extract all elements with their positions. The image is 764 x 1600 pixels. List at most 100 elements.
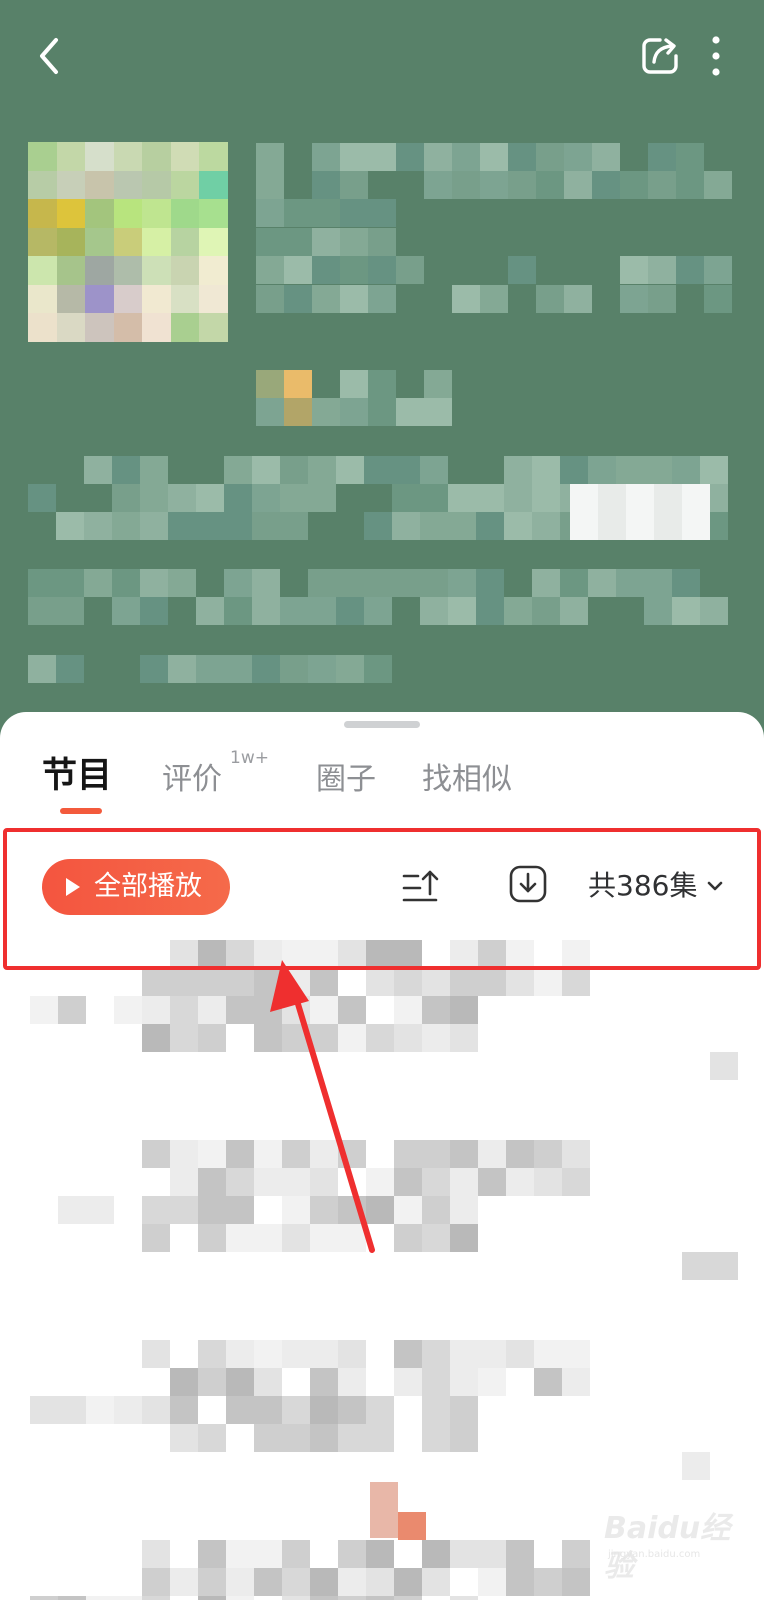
blurred-text-pixel [308,456,336,484]
blurred-list-pixel [310,1140,338,1168]
blurred-list-pixel [394,1140,422,1168]
blurred-list-pixel [282,1540,310,1568]
blurred-list-pixel [226,968,254,996]
blurred-list-pixel [142,1224,170,1252]
blurred-list-pixel [394,968,422,996]
episode-count-dropdown[interactable]: 共386集 [588,864,723,908]
blurred-list-pixel [682,1452,710,1480]
tab-circle[interactable]: 圈子 [316,756,376,804]
blurred-list-pixel [310,1340,338,1368]
blurred-text-pixel [364,597,392,625]
blurred-list-pixel [310,1596,338,1600]
blurred-text-pixel [252,456,280,484]
blurred-list-pixel [478,1540,506,1568]
blurred-list-pixel [366,1424,394,1452]
blurred-list-pixel [450,1340,478,1368]
share-icon[interactable] [640,34,680,76]
blurred-list-pixel [254,968,282,996]
blurred-list-pixel [394,996,422,1024]
cover-art-pixel [28,142,57,171]
cover-art-pixel [170,256,200,285]
blurred-list-pixel [142,1196,170,1224]
blurred-text-pixel [420,456,448,484]
cover-art-pixel [56,256,86,285]
tab-programs[interactable]: 节目 [42,752,112,800]
blurred-text-pixel [112,484,140,512]
blurred-list-pixel [478,1168,506,1196]
blurred-list-pixel [198,1568,226,1596]
blurred-text-pixel [252,655,280,683]
blurred-text-pixel [532,597,560,625]
blurred-text-pixel [700,456,728,484]
blurred-text-pixel [420,569,448,597]
blurred-list-pixel [562,968,590,996]
cover-art-pixel [170,313,200,342]
blurred-text-pixel [560,597,588,625]
blurred-list-pixel [30,1596,58,1600]
download-icon[interactable] [508,864,548,904]
blurred-text-pixel [252,512,280,540]
blurred-list-pixel [170,1424,198,1452]
blurred-text-pixel [168,569,196,597]
blurred-text-pixel [224,569,252,597]
blurred-list-pixel [422,1196,450,1224]
blurred-list-pixel [142,1568,170,1596]
tab-find-similar[interactable]: 找相似 [422,756,512,804]
blurred-list-pixel [310,1568,338,1596]
blurred-text-pixel [312,256,340,284]
cover-art-pixel [199,313,228,342]
blurred-text-pixel [644,569,672,597]
blurred-list-pixel [198,940,226,968]
blurred-list-pixel [226,996,254,1024]
blurred-text-pixel [308,655,336,683]
more-vertical-icon[interactable] [706,34,726,78]
sheet-drag-handle[interactable] [344,721,420,728]
blurred-list-pixel [394,1340,422,1368]
blurred-list-pixel [562,1140,590,1168]
blurred-list-pixel [86,1396,114,1424]
blurred-text-pixel [476,512,504,540]
blurred-list-pixel [394,940,422,968]
blurred-text-pixel [364,655,392,683]
blurred-text-pixel [252,484,280,512]
blurred-list-pixel [338,940,366,968]
cover-art-pixel [142,170,171,200]
blurred-list-pixel [282,940,310,968]
cover-art-pixel [85,142,114,171]
blurred-text-pixel [368,370,396,398]
blurred-text-pixel [140,597,168,625]
cover-art-pixel [28,313,57,342]
blurred-list-pixel [226,1340,254,1368]
blurred-list-pixel [226,1396,254,1424]
tab-reviews[interactable]: 评价 [162,756,222,804]
blurred-text-pixel [284,228,312,256]
cover-art-pixel [113,142,143,171]
blurred-text-pixel [644,456,672,484]
blurred-text-pixel [364,512,392,540]
play-all-button[interactable]: 全部播放 [42,859,230,915]
blurred-list-pixel [198,1340,226,1368]
blurred-list-pixel [534,1368,562,1396]
blurred-list-pixel [366,940,394,968]
blurred-list-pixel [422,1168,450,1196]
blurred-text-pixel [504,456,532,484]
sort-ascending-icon[interactable] [400,866,446,912]
blurred-list-pixel [86,1196,114,1224]
blurred-text-pixel [648,256,676,284]
blurred-list-pixel [366,1568,394,1596]
blurred-list-pixel [338,1140,366,1168]
blurred-list-pixel [450,996,478,1024]
blurred-list-pixel [58,1196,86,1224]
blurred-text-pixel [368,228,396,256]
blurred-text-pixel [56,569,84,597]
cover-art-pixel [199,227,228,257]
blurred-list-pixel [450,968,478,996]
blurred-list-pixel [394,1568,422,1596]
blurred-text-pixel [56,512,84,540]
blurred-text-pixel [648,285,676,313]
blurred-list-pixel [394,1168,422,1196]
chevron-down-icon [708,881,723,891]
blurred-text-pixel [368,256,396,284]
blurred-list-pixel [254,1424,282,1452]
back-chevron-icon[interactable] [30,32,70,80]
